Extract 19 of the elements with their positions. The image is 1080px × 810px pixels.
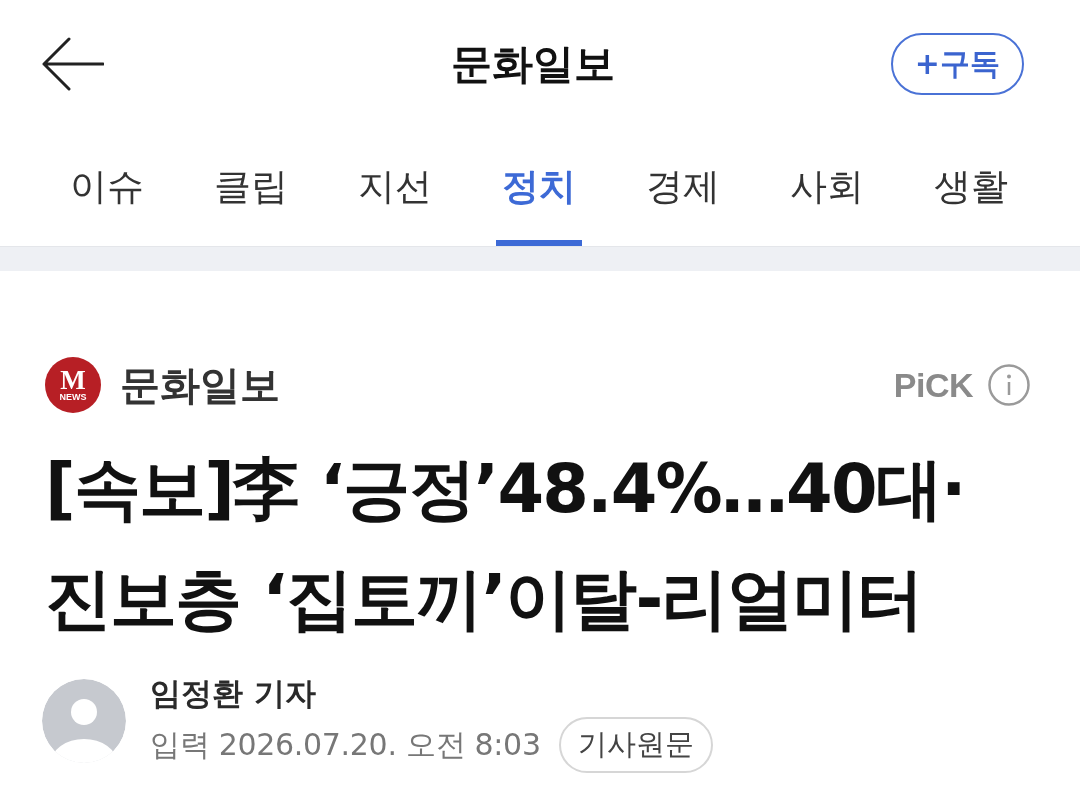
logo-subtext: NEWS	[59, 392, 87, 402]
category-tab[interactable]: 경제	[640, 128, 726, 246]
category-tab[interactable]: 생활	[928, 128, 1014, 246]
author-name: 임정환 기자	[150, 674, 316, 713]
avatar-icon	[42, 679, 126, 763]
info-icon[interactable]	[988, 364, 1030, 406]
category-tab[interactable]: 클립	[208, 128, 294, 246]
header-title: 문화일보	[451, 39, 615, 89]
article-headline: [속보]李 ‘긍정’48.4%…40대·진보층 ‘집토끼’이탈-리얼미터	[45, 449, 966, 640]
subscribe-button[interactable]: +구독	[890, 33, 1024, 95]
logo-letter: M	[60, 368, 86, 392]
category-tab[interactable]: 지선	[352, 128, 438, 246]
category-tab[interactable]: 사회	[784, 128, 870, 246]
publish-date: 입력 2026.07.20. 오전 8:03	[150, 726, 541, 764]
back-arrow-icon[interactable]	[42, 37, 104, 91]
pick-label: PiCK	[893, 365, 973, 405]
original-article-button[interactable]: 기사원문	[558, 717, 713, 773]
press-name: 문화일보	[120, 361, 280, 410]
category-tab[interactable]: 이슈	[64, 128, 150, 246]
